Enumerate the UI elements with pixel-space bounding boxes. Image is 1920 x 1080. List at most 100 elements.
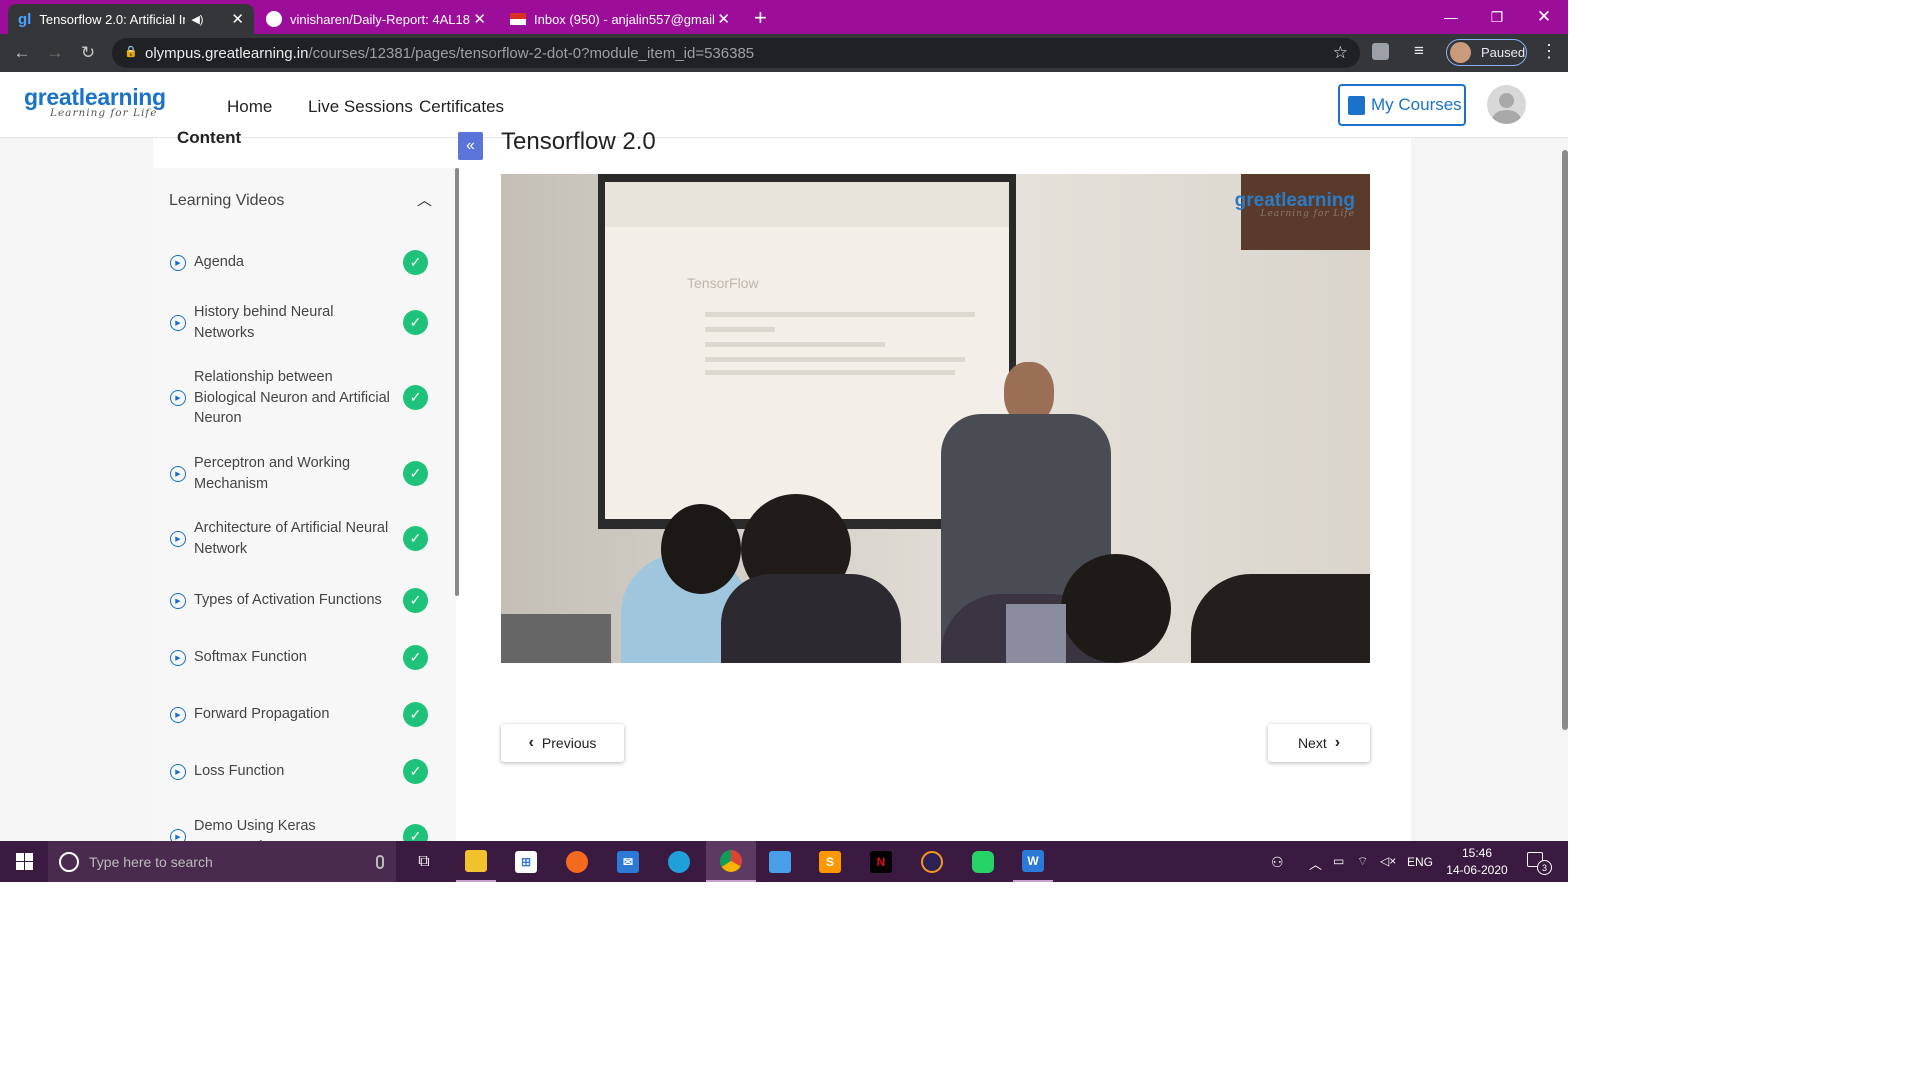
- task-view-icon[interactable]: ⧉: [404, 841, 444, 882]
- file-explorer-icon[interactable]: [456, 841, 496, 882]
- completed-check-icon: ✓: [403, 824, 428, 841]
- completed-check-icon: ✓: [403, 759, 428, 784]
- previous-button[interactable]: ‹ Previous: [501, 724, 624, 762]
- lesson-item[interactable]: ▶ Agenda ✓: [170, 250, 456, 275]
- lesson-title: Agenda: [194, 254, 244, 271]
- video-player[interactable]: TensorFlow greatlearning Learning for Li…: [501, 174, 1370, 663]
- chevron-up-icon[interactable]: ︿: [417, 189, 432, 210]
- extension-icon[interactable]: [1372, 43, 1389, 60]
- lesson-item[interactable]: ▶ Architecture of Artificial Neural Netw…: [170, 518, 456, 559]
- great-learning-favicon-icon: gl: [18, 10, 32, 28]
- lesson-title: Perceptron and Working Mechanism: [194, 455, 351, 492]
- lesson-title: Forward Propagation: [194, 706, 330, 723]
- tab-github[interactable]: vinisharen/Daily-Report: 4AL18CS ✕: [256, 4, 496, 34]
- my-courses-label: My Courses: [1371, 95, 1462, 114]
- people-icon[interactable]: ⚇: [1271, 854, 1284, 871]
- lesson-item[interactable]: ▶ Demo Using Keras Framework ✓: [170, 816, 456, 841]
- play-icon: ▶: [170, 465, 186, 482]
- close-tab-icon[interactable]: ✕: [473, 10, 486, 28]
- sublime-text-icon[interactable]: S: [810, 841, 850, 882]
- tab-title: Inbox (950) - anjalin557@gmail.com: [534, 11, 714, 27]
- page-title: Tensorflow 2.0: [501, 128, 656, 155]
- browser-toolbar: ← → ↻ 🔒 olympus.greatlearning.in/courses…: [0, 34, 1568, 72]
- tab-title: vinisharen/Daily-Report: 4AL18CS: [290, 11, 470, 27]
- completed-check-icon: ✓: [403, 250, 428, 275]
- completed-check-icon: ✓: [403, 588, 428, 613]
- next-button[interactable]: Next ›: [1268, 724, 1370, 762]
- store-icon[interactable]: ⊞: [506, 841, 546, 882]
- chevron-left-icon: ‹: [528, 734, 534, 751]
- nav-certificates[interactable]: Certificates: [419, 97, 504, 117]
- mail-icon[interactable]: ✉: [608, 841, 648, 882]
- audio-playing-icon[interactable]: ◀): [191, 13, 203, 26]
- windows-start-icon[interactable]: [4, 841, 44, 882]
- lesson-title: History behind Neural Networks: [194, 304, 334, 341]
- restore-button[interactable]: ❐: [1474, 0, 1520, 34]
- pc-settings-icon[interactable]: [760, 841, 800, 882]
- completed-check-icon: ✓: [403, 310, 428, 335]
- back-icon[interactable]: ←: [11, 42, 33, 64]
- logo-tagline: Learning for Life: [50, 107, 158, 119]
- lesson-item[interactable]: ▶ Relationship between Biological Neuron…: [170, 367, 456, 429]
- my-courses-button[interactable]: My Courses: [1338, 84, 1466, 126]
- lesson-item[interactable]: ▶ Forward Propagation ✓: [170, 702, 456, 727]
- battery-icon[interactable]: ▭: [1333, 854, 1344, 868]
- notification-count-badge: 3: [1537, 860, 1552, 875]
- profile-paused-button[interactable]: Paused: [1446, 39, 1527, 66]
- language-indicator[interactable]: ENG: [1407, 855, 1433, 869]
- tab-title: Tensorflow 2.0: Artificial Intelligence: [39, 11, 185, 27]
- eclipse-icon[interactable]: [912, 841, 952, 882]
- play-icon: ▶: [170, 592, 186, 609]
- lesson-title: Relationship between Biological Neuron a…: [194, 369, 390, 426]
- minimize-button[interactable]: —: [1428, 0, 1474, 34]
- bookmark-star-icon[interactable]: ☆: [1333, 43, 1348, 63]
- lesson-item[interactable]: ▶ History behind Neural Networks ✓: [170, 302, 456, 343]
- tab-tensorflow[interactable]: gl Tensorflow 2.0: Artificial Intelligen…: [8, 4, 254, 34]
- clock[interactable]: 15:46 14-06-2020: [1446, 845, 1508, 879]
- close-window-button[interactable]: ✕: [1521, 0, 1567, 34]
- slide-title: TensorFlow: [687, 275, 759, 291]
- word-icon[interactable]: W: [1013, 841, 1053, 882]
- reload-icon[interactable]: ↻: [77, 42, 99, 64]
- wifi-icon[interactable]: ⌔: [1357, 854, 1368, 869]
- play-icon: ▶: [170, 763, 186, 780]
- nav-home[interactable]: Home: [227, 97, 272, 117]
- chrome-icon[interactable]: [706, 841, 756, 882]
- page-scrollbar[interactable]: [1562, 150, 1568, 730]
- completed-check-icon: ✓: [403, 526, 428, 551]
- close-tab-icon[interactable]: ✕: [717, 10, 730, 28]
- show-hidden-icons-chevron-up-icon[interactable]: ︿: [1309, 854, 1322, 873]
- volume-muted-icon[interactable]: ◁×: [1380, 854, 1396, 868]
- play-icon: ▶: [170, 649, 186, 666]
- close-tab-icon[interactable]: ✕: [231, 10, 244, 28]
- taskbar-search-box[interactable]: Type here to search: [48, 841, 396, 882]
- lesson-item[interactable]: ▶ Softmax Function ✓: [170, 645, 456, 670]
- nav-live-sessions[interactable]: Live Sessions: [308, 97, 413, 117]
- completed-check-icon: ✓: [403, 702, 428, 727]
- collapse-sidebar-button[interactable]: «: [458, 132, 483, 160]
- lesson-item[interactable]: ▶ Perceptron and Working Mechanism ✓: [170, 453, 456, 494]
- firefox-icon[interactable]: [557, 841, 597, 882]
- new-tab-button[interactable]: +: [754, 5, 767, 31]
- forward-icon[interactable]: →: [44, 42, 66, 64]
- whatsapp-icon[interactable]: [963, 841, 1003, 882]
- lesson-title: Types of Activation Functions: [194, 592, 382, 609]
- chrome-menu-icon[interactable]: ⋮: [1540, 41, 1558, 62]
- microphone-icon[interactable]: [376, 854, 384, 869]
- address-bar[interactable]: 🔒 olympus.greatlearning.in/courses/12381…: [112, 38, 1360, 68]
- user-avatar[interactable]: [1487, 85, 1526, 124]
- content-heading: Content: [177, 128, 242, 147]
- play-icon: ▶: [170, 828, 186, 841]
- lesson-title: Softmax Function: [194, 649, 307, 666]
- tab-gmail[interactable]: Inbox (950) - anjalin557@gmail.com ✕: [500, 4, 740, 34]
- lesson-title: Demo Using Keras Framework: [194, 818, 316, 841]
- student: [721, 574, 901, 663]
- lock-icon: 🔒: [124, 46, 138, 58]
- edge-icon[interactable]: [659, 841, 699, 882]
- netflix-icon[interactable]: N: [861, 841, 901, 882]
- great-learning-logo[interactable]: greatlearning Learning for Life: [24, 84, 166, 119]
- lesson-item[interactable]: ▶ Types of Activation Functions ✓: [170, 588, 456, 613]
- lesson-item[interactable]: ▶ Loss Function ✓: [170, 759, 456, 784]
- media-control-icon[interactable]: ≡: [1414, 41, 1424, 61]
- sidebar-scrollbar[interactable]: [455, 168, 459, 596]
